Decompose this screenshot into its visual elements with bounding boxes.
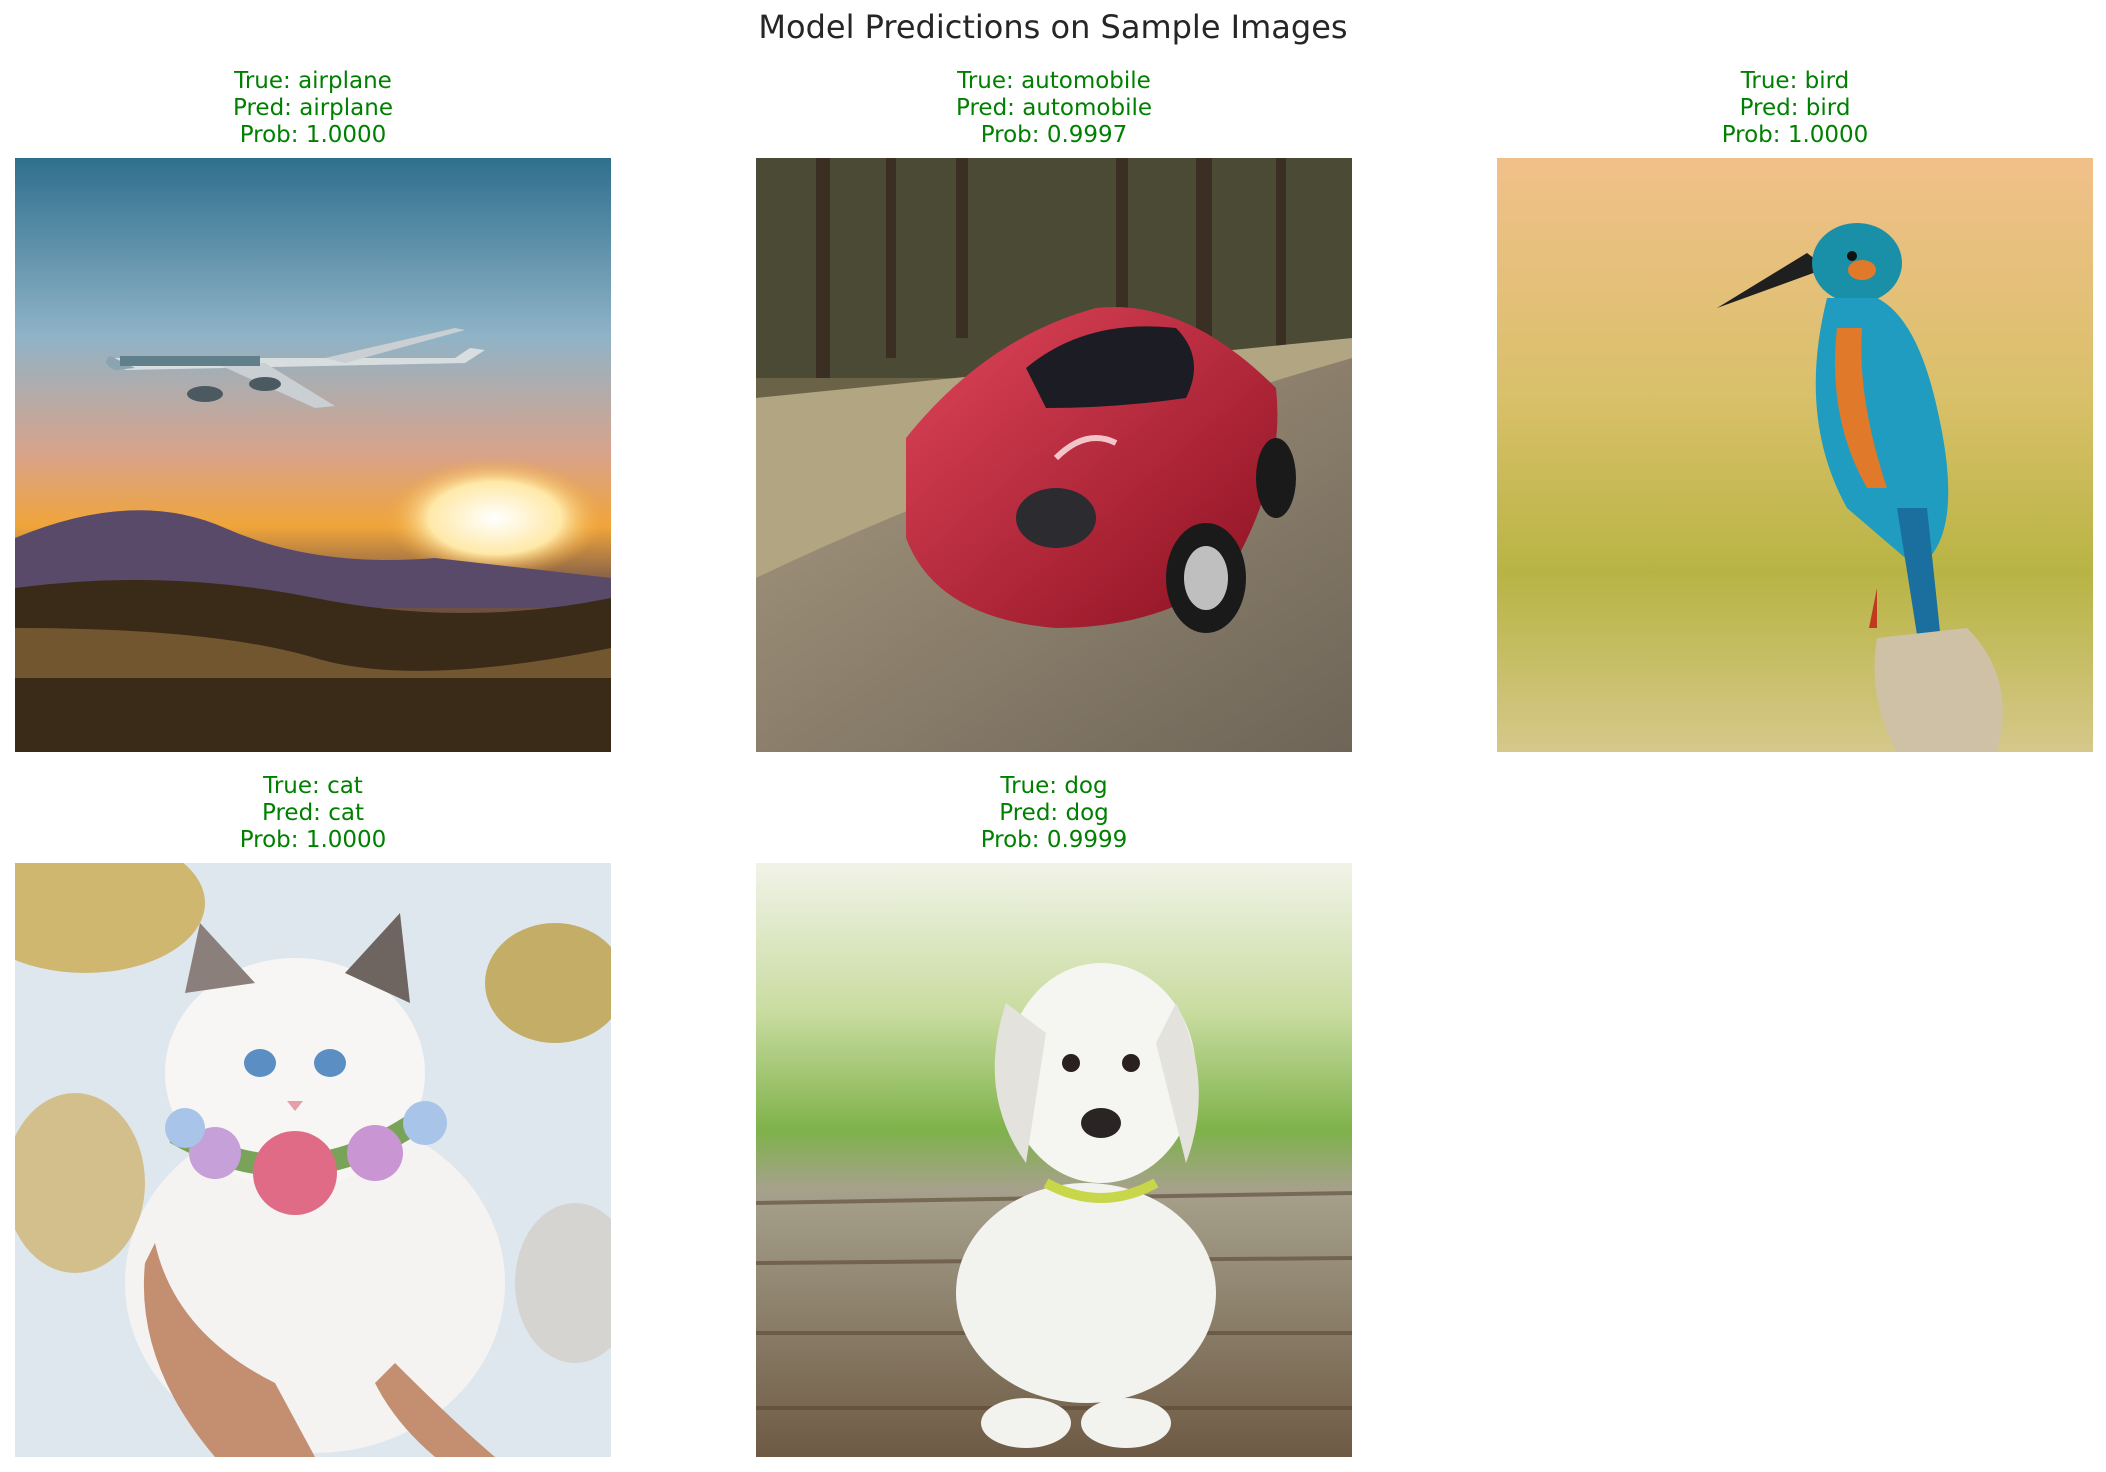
prob-label: Prob: 1.0000: [239, 122, 387, 148]
figure-title: Model Predictions on Sample Images: [758, 8, 1348, 46]
automobile-image: [756, 158, 1352, 752]
dog-image: [756, 863, 1352, 1457]
panel-dog: True: dog Pred: dog Prob: 0.9999: [756, 773, 1352, 1457]
panel-cat: True: cat Pred: cat Prob: 1.0000: [15, 773, 611, 1457]
prob-label: Prob: 1.0000: [1721, 122, 1869, 148]
true-label: True: dog: [1000, 773, 1108, 799]
airplane-image: [15, 158, 611, 752]
bird-image: [1497, 158, 2093, 752]
prob-label: Prob: 0.9999: [980, 827, 1128, 853]
pred-label: Pred: automobile: [956, 95, 1152, 121]
panel-airplane: True: airplane Pred: airplane Prob: 1.00…: [15, 68, 611, 752]
true-label: True: automobile: [957, 68, 1151, 94]
prob-label: Prob: 0.9997: [980, 122, 1128, 148]
pred-label: Pred: bird: [1739, 95, 1851, 121]
pred-label: Pred: airplane: [233, 95, 393, 121]
true-label: True: bird: [1740, 68, 1850, 94]
panel-caption: True: dog Pred: dog Prob: 0.9999: [756, 773, 1352, 854]
pred-label: Pred: cat: [262, 800, 364, 826]
panel-caption: True: bird Pred: bird Prob: 1.0000: [1497, 68, 2093, 149]
panel-automobile: True: automobile Pred: automobile Prob: …: [756, 68, 1352, 752]
cat-image: [15, 863, 611, 1457]
panel-bird: True: bird Pred: bird Prob: 1.0000: [1497, 68, 2093, 752]
true-label: True: airplane: [234, 68, 392, 94]
panel-caption: True: automobile Pred: automobile Prob: …: [756, 68, 1352, 149]
true-label: True: cat: [263, 773, 363, 799]
panel-caption: True: cat Pred: cat Prob: 1.0000: [15, 773, 611, 854]
pred-label: Pred: dog: [999, 800, 1109, 826]
prob-label: Prob: 1.0000: [239, 827, 387, 853]
panel-caption: True: airplane Pred: airplane Prob: 1.00…: [15, 68, 611, 149]
